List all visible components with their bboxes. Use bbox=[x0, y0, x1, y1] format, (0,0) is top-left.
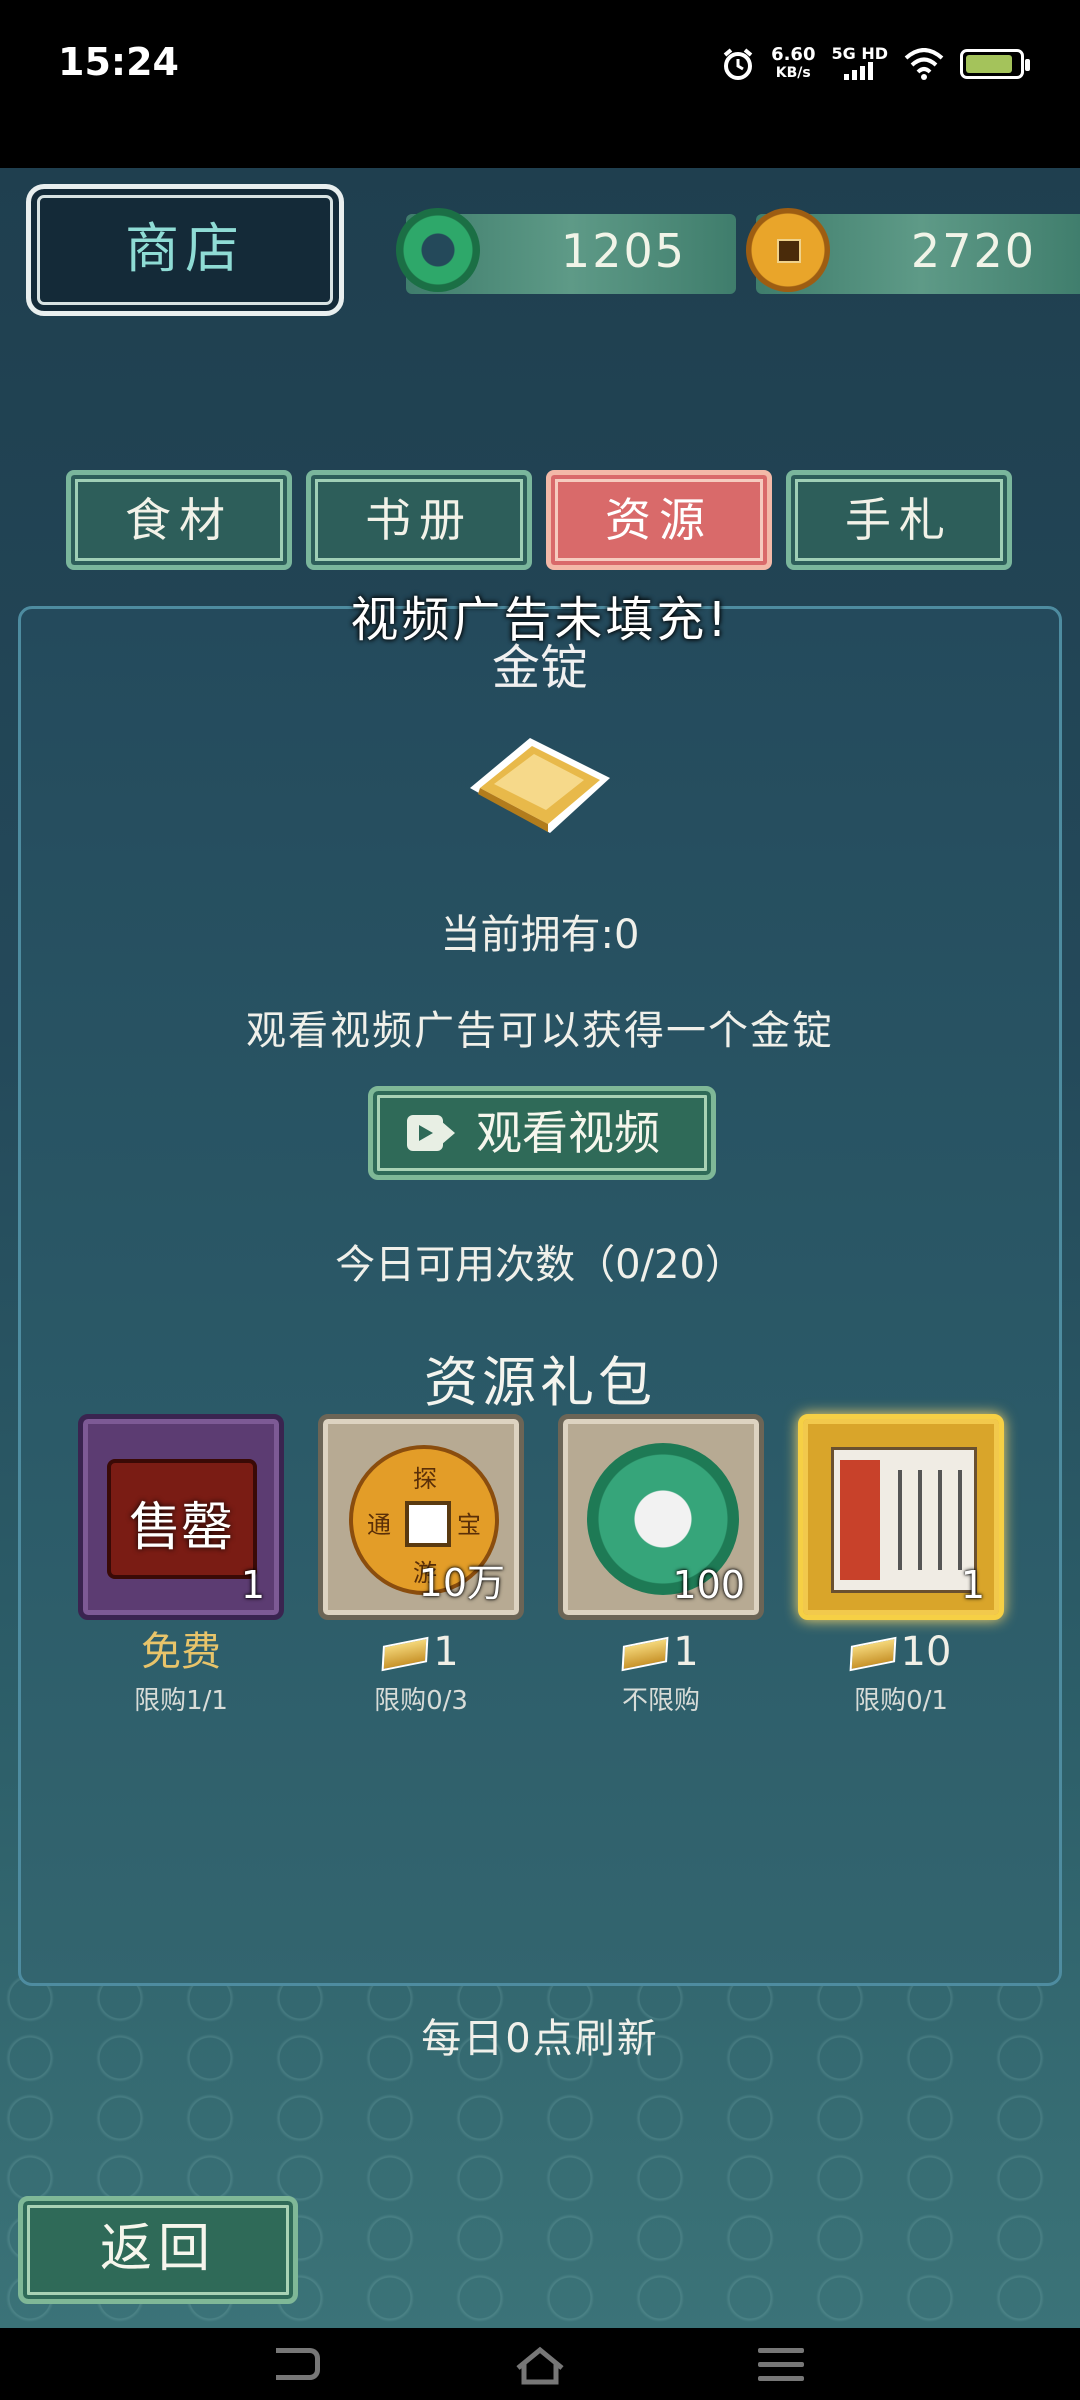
page-title: 商店 bbox=[26, 184, 344, 316]
pack-price: 1 bbox=[318, 1630, 524, 1674]
nav-menu-icon[interactable] bbox=[758, 2348, 804, 2382]
reward-description: 观看视频广告可以获得一个金锭 bbox=[246, 1008, 834, 1054]
scroll-icon bbox=[831, 1447, 977, 1593]
pack-count: 10万 bbox=[418, 1561, 505, 1605]
gold-ingot-icon bbox=[381, 1636, 429, 1672]
daily-uses: 今日可用次数（0/20） bbox=[335, 1242, 745, 1288]
gold-ingot-icon bbox=[849, 1636, 896, 1672]
refresh-note: 每日0点刷新 bbox=[421, 2016, 659, 2062]
signal-bars-icon bbox=[843, 61, 873, 80]
tab-notes[interactable]: 手札 bbox=[786, 470, 1012, 570]
copper-coin-icon bbox=[746, 208, 830, 292]
pack-price: 免费 bbox=[141, 1629, 221, 1675]
back-button[interactable]: 返回 bbox=[18, 2196, 298, 2304]
net-speed: 6.60 KB/s bbox=[771, 44, 816, 82]
pack-limit: 不限购 bbox=[621, 1686, 700, 1716]
battery-icon bbox=[960, 49, 1030, 79]
ad-notice: 视频广告未填充! bbox=[350, 592, 730, 648]
gold-ingot-icon bbox=[470, 738, 610, 833]
signal-indicator: 5G HD bbox=[831, 45, 888, 83]
shop-screen: 商店 1205 2720 食材 书册 资源 手札 视频广告未填充! 金锭 当前拥… bbox=[0, 168, 1080, 2328]
status-bar: 15:24 6.60 KB/s 5G HD bbox=[0, 0, 1080, 168]
status-icons: 6.60 KB/s 5G HD bbox=[721, 44, 1030, 84]
section-title: 资源礼包 bbox=[424, 1351, 656, 1414]
pack-item[interactable]: 1 bbox=[798, 1414, 1004, 1620]
nav-home-icon[interactable] bbox=[514, 2346, 566, 2386]
alarm-icon bbox=[723, 48, 753, 80]
jade-currency: 1205 bbox=[396, 208, 736, 294]
tab-resources[interactable]: 资源 bbox=[546, 470, 772, 570]
gold-ingot-icon bbox=[621, 1636, 669, 1672]
sold-out-label: 售罄 bbox=[128, 1498, 233, 1558]
coin-currency: 2720 bbox=[746, 208, 1080, 294]
jade-amount: 1205 bbox=[560, 224, 686, 278]
pack-item[interactable]: 100 bbox=[558, 1414, 764, 1620]
pack-limit: 限购0/1 bbox=[854, 1686, 948, 1716]
nav-back-icon[interactable] bbox=[276, 2348, 320, 2380]
video-camera-icon bbox=[407, 1115, 455, 1151]
pack-price: 10 bbox=[798, 1630, 1004, 1674]
jade-icon bbox=[396, 208, 480, 292]
wifi-icon bbox=[904, 48, 944, 80]
pack-count: 1 bbox=[960, 1563, 985, 1607]
system-nav-bar bbox=[0, 2328, 1080, 2400]
pack-item[interactable]: 探 宝 游 通 10万 bbox=[318, 1414, 524, 1620]
tab-books[interactable]: 书册 bbox=[306, 470, 532, 570]
pack-limit: 限购1/1 bbox=[134, 1686, 228, 1716]
pack-count: 100 bbox=[672, 1563, 745, 1607]
pack-count: 1 bbox=[240, 1563, 265, 1607]
tab-ingredients[interactable]: 食材 bbox=[66, 470, 292, 570]
owned-count: 当前拥有:0 bbox=[440, 912, 640, 958]
pack-item[interactable]: 售罄 1 bbox=[78, 1414, 284, 1620]
coin-amount: 2720 bbox=[910, 224, 1036, 278]
watch-video-button[interactable]: 观看视频 bbox=[368, 1086, 716, 1180]
clock: 15:24 bbox=[58, 40, 179, 84]
pack-price: 1 bbox=[558, 1630, 764, 1674]
pack-limit: 限购0/3 bbox=[374, 1686, 468, 1716]
